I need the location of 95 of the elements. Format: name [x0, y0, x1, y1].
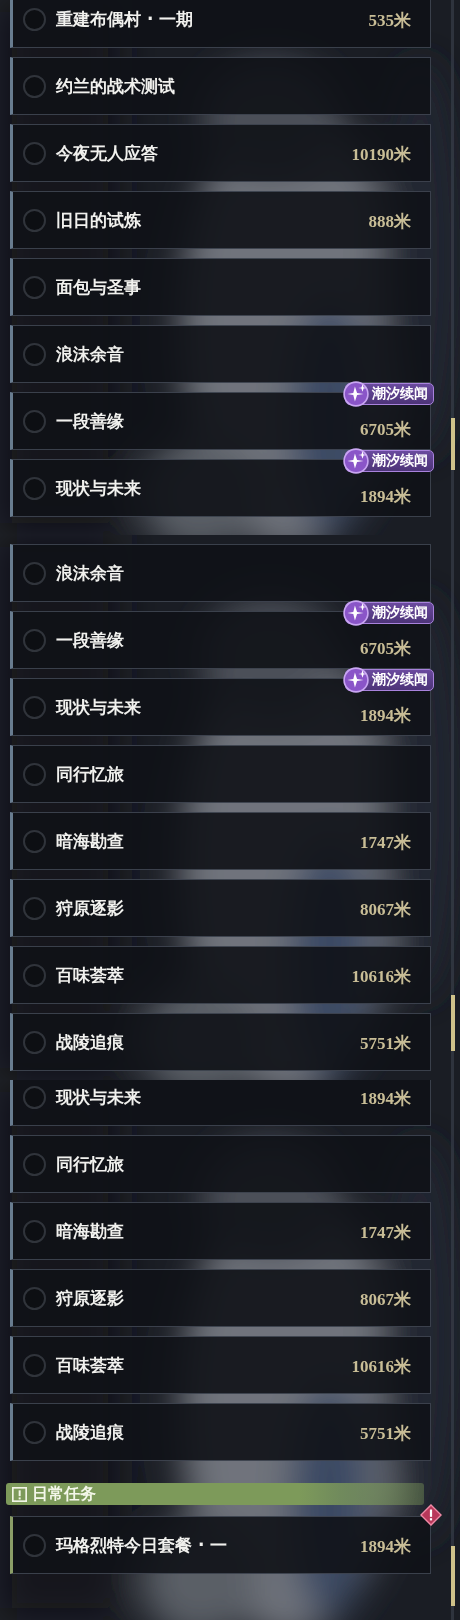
quest-title: 同行忆旅 [56, 762, 124, 786]
quest-title: 现状与未来 [56, 476, 141, 500]
quest-distance: 10190米 [351, 143, 411, 166]
radio-button[interactable] [23, 762, 46, 786]
quest-distance: 6705米 [360, 418, 411, 441]
quest-title: 现状与未来 [56, 1085, 141, 1109]
quest-title: 暗海勘查 [56, 1219, 124, 1243]
radio-button[interactable] [23, 1219, 46, 1243]
sparkle-icon [343, 448, 369, 474]
quest-row[interactable]: 今夜无人应答 10190米 [10, 124, 431, 182]
quest-distance: 888米 [368, 210, 411, 233]
quest-row[interactable]: 旧日的试炼 888米 [10, 191, 431, 249]
quest-row[interactable]: 暗海勘查 1747米 [10, 1202, 431, 1260]
radio-button[interactable] [23, 1085, 46, 1109]
quest-distance: 1894米 [360, 704, 411, 727]
quest-tag: 潮汐续闻 [345, 450, 434, 472]
quest-row[interactable]: 百味荟萃 10616米 [10, 946, 431, 1004]
radio-button[interactable] [23, 561, 46, 585]
quest-distance: 10616米 [351, 1355, 411, 1378]
quest-title: 浪沫余音 [56, 342, 124, 366]
radio-button[interactable] [23, 476, 46, 500]
sparkle-icon [343, 600, 369, 626]
radio-button[interactable] [23, 829, 46, 853]
quest-title: 战陵追痕 [56, 1030, 124, 1054]
quest-title: 旧日的试炼 [56, 208, 141, 232]
quest-title: 百味荟萃 [56, 1353, 124, 1377]
quest-title: 暗海勘查 [56, 829, 124, 853]
quest-distance: 1747米 [360, 831, 411, 854]
radio-button[interactable] [23, 7, 46, 31]
quest-title: 现状与未来 [56, 695, 141, 719]
radio-button[interactable] [23, 74, 46, 98]
quest-row[interactable]: 战陵追痕 5751米 [10, 1403, 431, 1461]
quest-row[interactable]: 约兰的战术测试 [10, 57, 431, 115]
quest-distance: 1894米 [360, 1087, 411, 1110]
quest-row[interactable]: 重建布偶村 · 一期 535米 [10, 0, 431, 48]
quest-row[interactable]: 面包与圣事 [10, 258, 431, 316]
radio-button[interactable] [23, 275, 46, 299]
quest-row[interactable]: 浪沫余音 [10, 325, 431, 383]
radio-button[interactable] [23, 1353, 46, 1377]
radio-button[interactable] [23, 963, 46, 987]
quest-distance: 1894米 [360, 1535, 411, 1558]
quest-distance: 10616米 [351, 965, 411, 988]
quest-title: 狩原逐影 [56, 896, 124, 920]
quest-distance: 1894米 [360, 485, 411, 508]
sparkle-icon [343, 667, 369, 693]
quest-row[interactable]: 百味荟萃 10616米 [10, 1336, 431, 1394]
radio-button[interactable] [23, 141, 46, 165]
quest-tag: 潮汐续闻 [345, 602, 434, 624]
quest-title: 浪沫余音 [56, 561, 124, 585]
quest-title: 同行忆旅 [56, 1152, 124, 1176]
quest-distance: 1747米 [360, 1221, 411, 1244]
radio-button[interactable] [23, 208, 46, 232]
quest-row[interactable]: 浪沫余音 [10, 544, 431, 602]
radio-button[interactable] [23, 628, 46, 652]
quest-row[interactable]: 狩原逐影 8067米 [10, 1269, 431, 1327]
quest-distance: 6705米 [360, 637, 411, 660]
quest-title: 今夜无人应答 [56, 141, 158, 165]
radio-button[interactable] [23, 1533, 46, 1557]
quest-distance: 535米 [368, 9, 411, 32]
quest-row[interactable]: 狩原逐影 8067米 [10, 879, 431, 937]
quest-distance: 5751米 [360, 1032, 411, 1055]
quest-title: 一段善缘 [56, 409, 124, 433]
quest-row[interactable]: 现状与未来 1894米 [10, 1080, 431, 1126]
quest-title: 重建布偶村 · 一期 [56, 7, 194, 31]
radio-button[interactable] [23, 896, 46, 920]
radio-button[interactable] [23, 1286, 46, 1310]
radio-button[interactable] [23, 342, 46, 366]
quest-distance: 5751米 [360, 1422, 411, 1445]
radio-button[interactable] [23, 695, 46, 719]
quest-tag: 潮汐续闻 [345, 383, 434, 405]
exclamation-icon [12, 1486, 27, 1502]
quest-distance: 8067米 [360, 898, 411, 921]
scrollbar-thumb[interactable] [451, 418, 455, 470]
scrollbar-thumb[interactable] [451, 995, 455, 1051]
sparkle-icon [343, 381, 369, 407]
quest-row[interactable]: 战陵追痕 5751米 [10, 1013, 431, 1071]
radio-button[interactable] [23, 1030, 46, 1054]
quest-title: 百味荟萃 [56, 963, 124, 987]
quest-row[interactable]: 同行忆旅 [10, 745, 431, 803]
quest-row[interactable]: 玛格烈特今日套餐 · 一 1894米 [10, 1516, 431, 1574]
scrollbar-thumb[interactable] [451, 1546, 455, 1606]
quest-row[interactable]: 暗海勘查 1747米 [10, 812, 431, 870]
radio-button[interactable] [23, 1420, 46, 1444]
quest-tag: 潮汐续闻 [345, 669, 434, 691]
section-title: 日常任务 [32, 1483, 96, 1505]
quest-title: 玛格烈特今日套餐 · 一 [56, 1533, 228, 1557]
quest-title: 面包与圣事 [56, 275, 141, 299]
quest-title: 约兰的战术测试 [56, 74, 175, 98]
radio-button[interactable] [23, 409, 46, 433]
quest-distance: 8067米 [360, 1288, 411, 1311]
quest-title: 一段善缘 [56, 628, 124, 652]
quest-title: 战陵追痕 [56, 1420, 124, 1444]
quest-row[interactable]: 同行忆旅 [10, 1135, 431, 1193]
radio-button[interactable] [23, 1152, 46, 1176]
quest-title: 狩原逐影 [56, 1286, 124, 1310]
